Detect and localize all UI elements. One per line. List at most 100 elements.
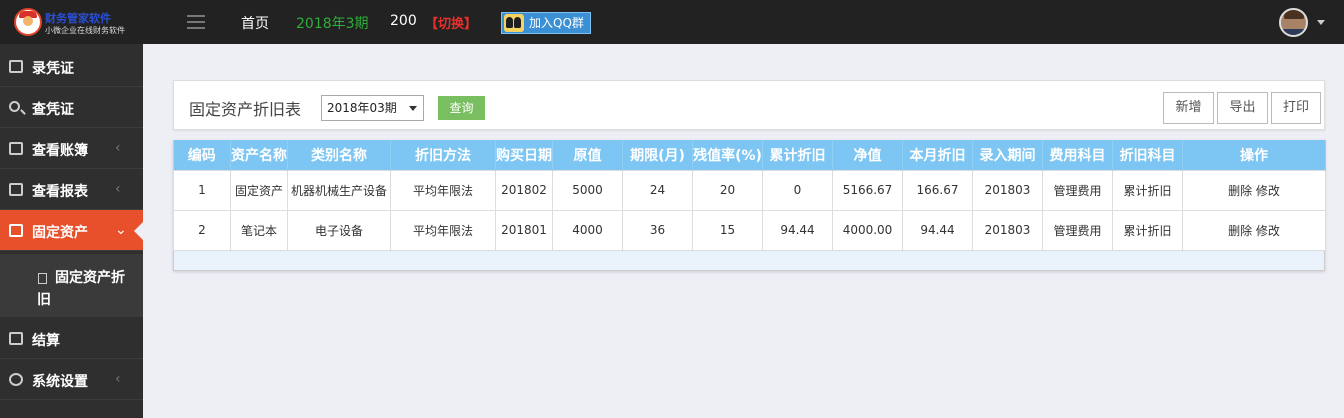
- chevron-left-icon: ‹: [115, 181, 121, 197]
- sidebar-item-view-voucher[interactable]: 查凭证: [0, 87, 143, 128]
- sidebar-item-label: 查凭证: [32, 102, 74, 118]
- page-title: 固定资产折旧表: [189, 100, 302, 119]
- export-button[interactable]: 导出: [1217, 92, 1268, 124]
- sidebar-item-enter-voucher[interactable]: 录凭证: [0, 46, 143, 87]
- table-cell: 4000: [552, 209, 623, 251]
- edit-link[interactable]: 修改: [1256, 224, 1280, 238]
- table-cell: 5000: [552, 169, 623, 211]
- table-cell: 166.67: [902, 169, 973, 211]
- sidebar-item-label: 录凭证: [32, 61, 74, 77]
- user-avatar[interactable]: [1279, 8, 1308, 37]
- sidebar-item-reports[interactable]: 查看报表 ‹: [0, 169, 143, 210]
- row-actions: 删除 修改: [1182, 169, 1326, 211]
- sidebar-subitem-label: 固定资产折旧: [37, 270, 125, 308]
- column-header: 折旧方法: [390, 140, 496, 170]
- table-cell: 机器机械生产设备: [287, 169, 391, 211]
- row-actions: 删除 修改: [1182, 209, 1326, 251]
- table-cell: 94.44: [902, 209, 973, 251]
- user-menu-caret-icon[interactable]: [1317, 20, 1325, 25]
- list-icon: [9, 332, 23, 345]
- sidebar-item-fixed-assets[interactable]: 固定资产 ⌄: [0, 210, 143, 251]
- column-header: 编码: [173, 140, 231, 170]
- sidebar-item-label: 结算: [32, 333, 60, 349]
- switch-period-link[interactable]: 【切换】: [425, 13, 477, 32]
- table-cell: 平均年限法: [390, 209, 496, 251]
- sidebar-item-settlement[interactable]: 结算: [0, 318, 143, 359]
- period-select[interactable]: 2018年03期: [321, 95, 424, 121]
- sidebar-item-label: 固定资产: [32, 225, 88, 241]
- chevron-left-icon: ‹: [115, 140, 121, 156]
- sidebar-item-label: 查看报表: [32, 184, 88, 200]
- sidebar: 录凭证 查凭证 查看账簿 ‹ 查看报表 ‹ 固定资产 ⌄ 固定资产折旧 结算 系…: [0, 44, 143, 418]
- edit-icon: [9, 60, 23, 73]
- new-button[interactable]: 新增: [1163, 92, 1214, 124]
- table-cell: 201802: [495, 169, 553, 211]
- table-header-row: 编码 资产名称 类别名称 折旧方法 购买日期 原值 期限(月) 残值率(%) 累…: [173, 140, 1326, 170]
- table-cell: 2: [173, 209, 231, 251]
- column-header: 购买日期: [495, 140, 553, 170]
- column-header: 残值率(%): [692, 140, 763, 170]
- search-icon-handle: [20, 109, 26, 115]
- table-cell: 累计折旧: [1112, 209, 1183, 251]
- join-qq-group-label: 加入QQ群: [529, 16, 584, 30]
- logo-title: 财务管家软件: [45, 12, 111, 25]
- edit-link[interactable]: 修改: [1256, 184, 1280, 198]
- table-cell: 5166.67: [832, 169, 903, 211]
- column-header: 本月折旧: [902, 140, 973, 170]
- column-header: 原值: [552, 140, 623, 170]
- column-header: 类别名称: [287, 140, 391, 170]
- table-cell: 4000.00: [832, 209, 903, 251]
- nav-home-link[interactable]: 首页: [241, 13, 269, 33]
- bar-chart-icon: [9, 183, 23, 196]
- table-cell: 管理费用: [1042, 169, 1113, 211]
- logo-subtitle: 小微企业在线财务软件: [45, 26, 125, 35]
- sidebar-item-label: 系统设置: [32, 374, 88, 390]
- print-button[interactable]: 打印: [1271, 92, 1321, 124]
- table-cell: 固定资产: [230, 169, 288, 211]
- menu-toggle-icon[interactable]: [187, 15, 205, 29]
- top-bar: 财务管家软件 小微企业在线财务软件 首页 2018年3期 200 【切换】 加入…: [0, 0, 1344, 44]
- query-button[interactable]: 查询: [438, 96, 485, 120]
- toolbar-card: 固定资产折旧表 2018年03期 查询 新增 导出 打印: [173, 80, 1325, 130]
- delete-link[interactable]: 删除: [1228, 184, 1252, 198]
- table-row: 1 固定资产 机器机械生产设备 平均年限法 201802 5000 24 20 …: [173, 169, 1326, 211]
- table-cell: 0: [762, 169, 833, 211]
- current-period: 2018年3期: [296, 16, 369, 32]
- column-header: 录入期间: [972, 140, 1043, 170]
- bar-chart-icon: [9, 224, 23, 237]
- table-cell: 电子设备: [287, 209, 391, 251]
- search-icon: [9, 101, 20, 112]
- column-header: 费用科目: [1042, 140, 1113, 170]
- table-cell: 201803: [972, 209, 1043, 251]
- table-cell: 20: [692, 169, 763, 211]
- delete-link[interactable]: 删除: [1228, 224, 1252, 238]
- join-qq-group-button[interactable]: 加入QQ群: [501, 12, 591, 34]
- column-header: 资产名称: [230, 140, 288, 170]
- chevron-left-icon: ‹: [115, 371, 121, 387]
- qq-icon: [504, 14, 524, 32]
- table-cell: 94.44: [762, 209, 833, 251]
- table-cell: 笔记本: [230, 209, 288, 251]
- table-cell: 201801: [495, 209, 553, 251]
- column-header: 累计折旧: [762, 140, 833, 170]
- column-header: 期限(月): [622, 140, 693, 170]
- table-cell: 1: [173, 169, 231, 211]
- account-count: 200: [390, 13, 417, 29]
- sidebar-item-settings[interactable]: 系统设置 ‹: [0, 359, 143, 400]
- book-icon: [9, 142, 23, 155]
- chevron-down-icon: ⌄: [115, 222, 127, 238]
- table-row: 2 笔记本 电子设备 平均年限法 201801 4000 36 15 94.44…: [173, 209, 1326, 251]
- table-cell: 管理费用: [1042, 209, 1113, 251]
- depreciation-table: 编码 资产名称 类别名称 折旧方法 购买日期 原值 期限(月) 残值率(%) 累…: [173, 140, 1326, 271]
- period-select-value: 2018年03期: [327, 101, 397, 115]
- column-header: 净值: [832, 140, 903, 170]
- sidebar-item-label: 查看账簿: [32, 143, 88, 159]
- table-cell: 15: [692, 209, 763, 251]
- table-cell: 36: [622, 209, 693, 251]
- logo-icon[interactable]: [14, 8, 42, 36]
- sidebar-subitem-depreciation[interactable]: 固定资产折旧: [0, 254, 143, 317]
- table-cell: 201803: [972, 169, 1043, 211]
- table-cell: 累计折旧: [1112, 169, 1183, 211]
- sidebar-item-ledgers[interactable]: 查看账簿 ‹: [0, 128, 143, 169]
- dropdown-arrow-icon: [409, 106, 417, 111]
